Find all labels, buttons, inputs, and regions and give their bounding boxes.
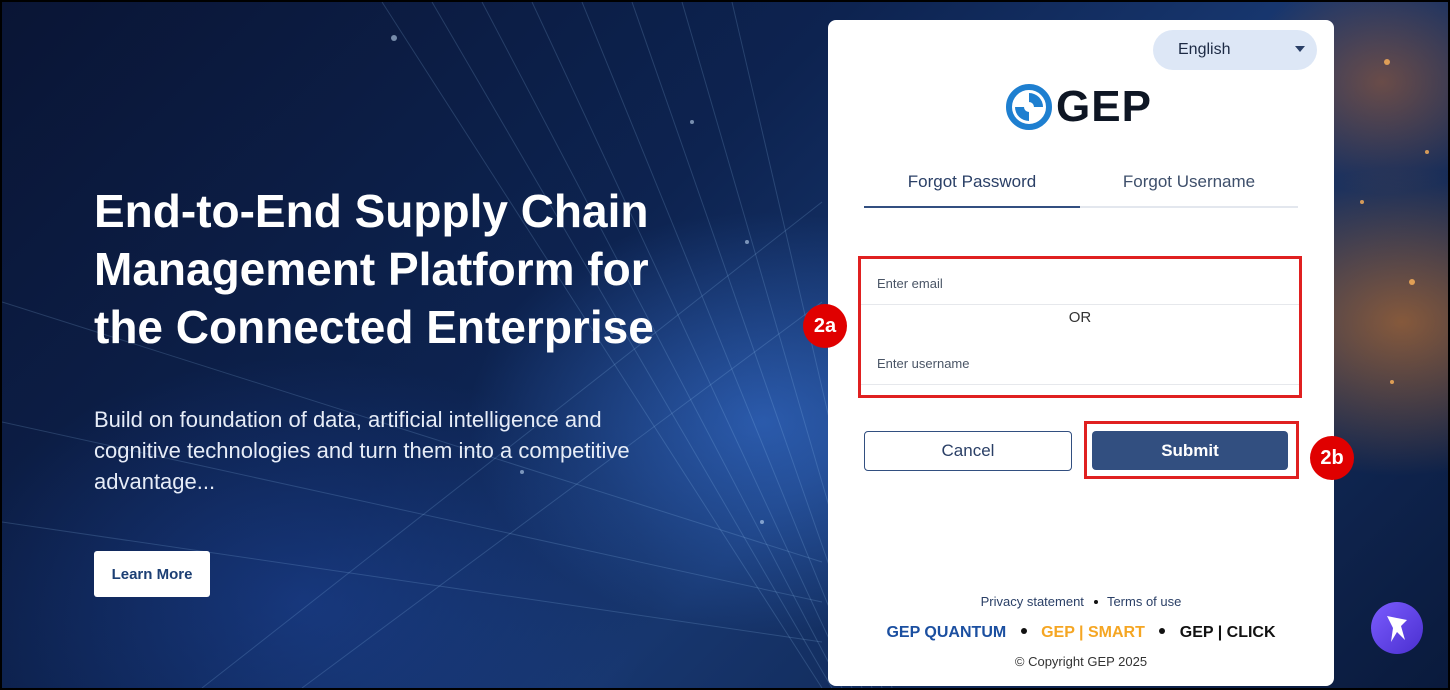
brand-gep-click: GEP | CLICK	[1179, 624, 1276, 641]
hero-title-line: Management Platform for	[94, 243, 649, 295]
forgot-credentials-card: English GEP Forgot Password Forgot Usern…	[828, 20, 1334, 686]
hero-title-line: the Connected Enterprise	[94, 301, 654, 353]
dot-separator	[1093, 600, 1098, 605]
footer-links: Privacy statement Terms of use	[828, 594, 1334, 609]
product-brands: GEP QUANTUM GEP | SMART GEP | CLICK	[828, 624, 1334, 642]
gep-logo: GEP	[1006, 82, 1152, 132]
email-input[interactable]	[861, 263, 1299, 305]
hero-title: End-to-End Supply Chain Management Platf…	[94, 182, 774, 356]
recovery-tabs: Forgot Password Forgot Username	[864, 168, 1298, 208]
dot-separator	[1020, 628, 1027, 635]
assistant-icon	[1387, 616, 1407, 642]
gep-logo-icon	[1006, 84, 1052, 130]
learn-more-button[interactable]: Learn More	[94, 551, 210, 597]
username-input[interactable]	[861, 343, 1299, 385]
login-page-background: End-to-End Supply Chain Management Platf…	[0, 0, 1450, 690]
assistant-button[interactable]	[1371, 602, 1423, 654]
cancel-button[interactable]: Cancel	[864, 431, 1072, 471]
annotation-badge-2a: 2a	[803, 304, 847, 348]
annotation-badge-2b: 2b	[1310, 436, 1354, 480]
brand-gep-smart: GEP | SMART	[1041, 624, 1145, 641]
hero-title-line: End-to-End Supply Chain	[94, 185, 649, 237]
language-select-value: English	[1178, 41, 1231, 58]
language-select[interactable]: English	[1153, 30, 1317, 70]
gep-logo-text: GEP	[1056, 82, 1152, 131]
hero-subtitle: Build on foundation of data, artificial …	[94, 407, 630, 494]
or-divider: OR	[1068, 309, 1092, 326]
privacy-statement-link[interactable]: Privacy statement	[981, 594, 1084, 609]
annotation-box-2b: Submit	[1084, 421, 1299, 479]
tab-forgot-password[interactable]: Forgot Password	[864, 168, 1080, 208]
dot-separator	[1159, 628, 1166, 635]
chevron-down-icon	[1295, 46, 1305, 52]
brand-gep-quantum: GEP QUANTUM	[886, 624, 1007, 641]
copyright-text: © Copyright GEP 2025	[1014, 654, 1148, 669]
terms-of-use-link[interactable]: Terms of use	[1107, 594, 1181, 609]
submit-button[interactable]: Submit	[1092, 431, 1288, 470]
tab-forgot-username[interactable]: Forgot Username	[1080, 168, 1298, 206]
annotation-box-2a: OR	[858, 256, 1302, 398]
